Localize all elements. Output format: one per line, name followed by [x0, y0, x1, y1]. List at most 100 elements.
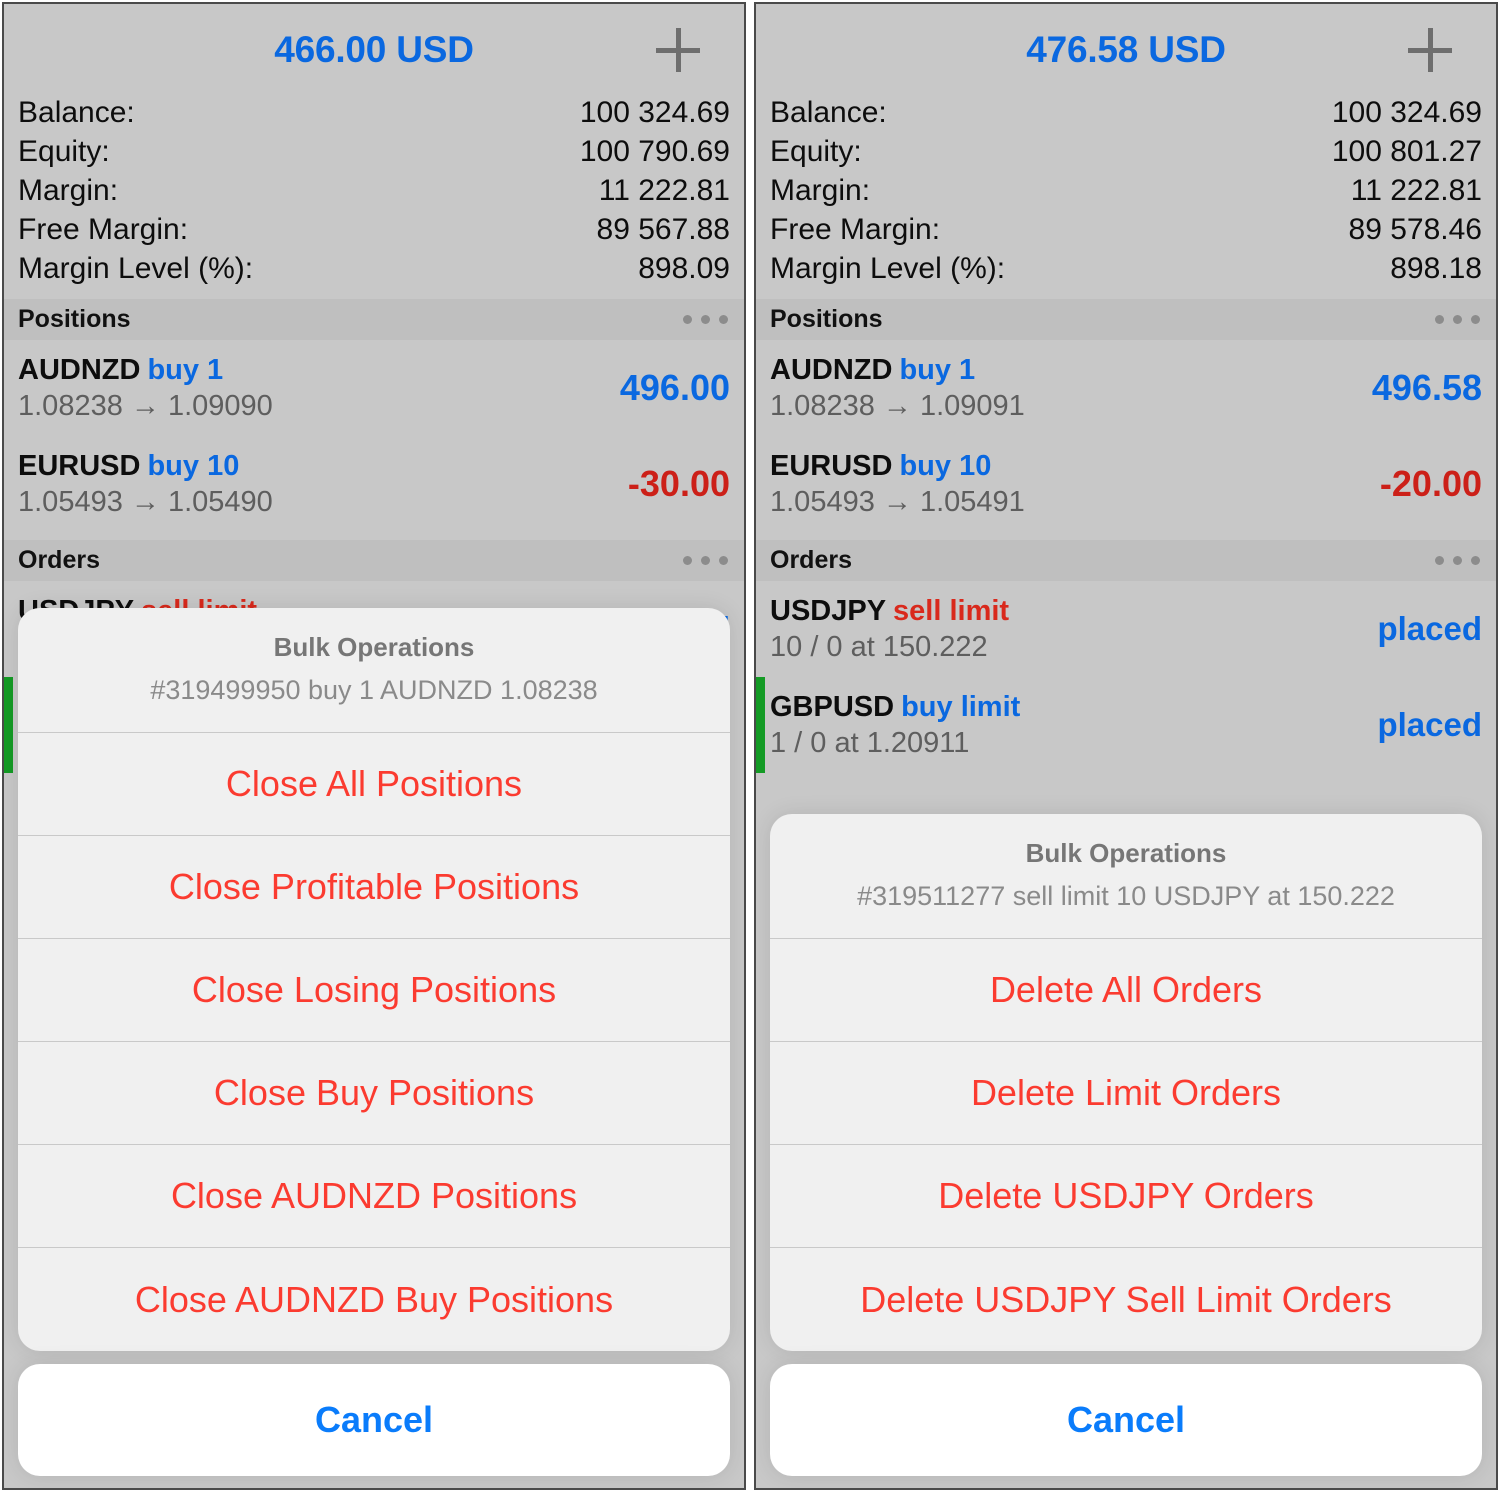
summary-label: Free Margin: [18, 213, 189, 246]
action-sheet-subtitle: #319511277 sell limit 10 USDJPY at 150.2… [857, 881, 1395, 911]
trade-symbol: EURUSD [18, 449, 141, 482]
trade-symbol-line: USDJPYsell limit [770, 595, 1009, 628]
bulk-operations-action-sheet: Bulk Operations #319511277 sell limit 10 … [770, 814, 1482, 1476]
more-dots-icon[interactable] [1433, 309, 1482, 330]
dot [1435, 556, 1444, 565]
summary-row: Balance: 100 324.69 [18, 96, 730, 135]
cancel-button[interactable]: Cancel [770, 1364, 1482, 1476]
dot [701, 315, 710, 324]
trade-symbol-line: AUDNZD buy 1 [18, 354, 273, 387]
dot [701, 556, 710, 565]
dot [683, 315, 692, 324]
trade-prices: 1 / 0 at 1.20911 [770, 726, 970, 759]
trade-row[interactable]: GBPUSDbuy limit1 / 0 at 1.20911 placed [756, 677, 1496, 773]
trade-row-info: EURUSD buy 10 1.05493 → 1.05491 [770, 450, 1025, 519]
summary-value: 898.18 [1390, 252, 1482, 285]
nav-bar: 466.00 USD [4, 4, 744, 96]
summary-value: 898.09 [638, 252, 730, 285]
orders_section-section-title: Orders [770, 546, 852, 574]
summary-row: Margin: 11 222.81 [770, 174, 1482, 213]
trade-row-info: AUDNZD buy 1 1.08238 → 1.09091 [770, 354, 1025, 423]
dot [1471, 556, 1480, 565]
summary-row: Equity: 100 790.69 [18, 135, 730, 174]
trade-row-info: USDJPYsell limit10 / 0 at 150.222 [770, 595, 1009, 664]
action-sheet-button[interactable]: Close All Positions [18, 733, 730, 836]
screenshot-root: 466.00 USD Balance: 100 324.69 Equity: 100 7… [0, 0, 1500, 1492]
trade-value: 496.58 [1371, 367, 1482, 408]
action-sheet-subtitle: #319499950 buy 1 AUDNZD 1.08238 [150, 675, 598, 705]
trade-prices: 1.05493 → 1.05490 [18, 485, 273, 518]
trade-row[interactable]: AUDNZD buy 1 1.08238 → 1.09091 496.58 [756, 340, 1496, 436]
action-sheet-button[interactable]: Close AUDNZD Buy Positions [18, 1248, 730, 1351]
action-sheet-button[interactable]: Delete All Orders [770, 939, 1482, 1042]
action-sheet-button[interactable]: Close Buy Positions [18, 1042, 730, 1145]
summary-value: 100 790.69 [579, 135, 730, 168]
orders_section-section-title: Orders [18, 546, 100, 574]
trade-row[interactable]: AUDNZD buy 1 1.08238 → 1.09090 496.00 [4, 340, 744, 436]
more-dots-icon[interactable] [1433, 550, 1482, 571]
action-sheet-button[interactable]: Close Profitable Positions [18, 836, 730, 939]
summary-label: Free Margin: [770, 213, 941, 246]
plus-icon[interactable] [1408, 28, 1452, 72]
action-sheet-button[interactable]: Delete USDJPY Sell Limit Orders [770, 1248, 1482, 1351]
section-header-orders_section: Orders [756, 540, 1496, 581]
cancel-button-label: Cancel [314, 1399, 434, 1440]
trade-direction: buy 1 [147, 353, 224, 386]
action-sheet-header: Bulk Operations #319511277 sell limit 10 … [770, 814, 1482, 939]
dot [719, 556, 728, 565]
account-profit-title: 476.58 USD [1026, 29, 1226, 70]
account-profit-title: 466.00 USD [274, 29, 474, 70]
summary-value: 89 567.88 [596, 213, 730, 246]
more-dots-icon[interactable] [681, 309, 730, 330]
dot [719, 315, 728, 324]
trading-panel-2: 476.58 USD Balance: 100 324.69 Equity: 100 8… [754, 2, 1498, 1490]
section-header-orders_section: Orders [4, 540, 744, 581]
trade-symbol: AUDNZD [770, 353, 893, 386]
action-sheet-header: Bulk Operations #319499950 buy 1 AUDNZD 1… [18, 608, 730, 733]
bulk-operations-action-sheet: Bulk Operations #319499950 buy 1 AUDNZD 1… [18, 608, 730, 1476]
trade-row-info: GBPUSDbuy limit1 / 0 at 1.20911 [770, 691, 1020, 760]
trade-direction: buy 10 [899, 449, 992, 482]
cancel-button[interactable]: Cancel [18, 1364, 730, 1476]
trade-row[interactable]: EURUSD buy 10 1.05493 → 1.05490 -30.00 [4, 436, 744, 532]
summary-label: Balance: [770, 96, 887, 129]
more-dots-icon[interactable] [681, 550, 730, 571]
positions_section-rows: AUDNZD buy 1 1.08238 → 1.09090 496.00 EURUSD… [4, 340, 744, 532]
summary-label: Equity: [18, 135, 110, 168]
trade-value: placed [1377, 706, 1482, 743]
trade-direction: buy limit [901, 690, 1021, 723]
trade-symbol: USDJPY [770, 594, 887, 627]
dot [1453, 556, 1462, 565]
summary-label: Balance: [18, 96, 135, 129]
trade-value: 496.00 [619, 367, 730, 408]
trade-symbol: AUDNZD [18, 353, 141, 386]
positions_section-rows: AUDNZD buy 1 1.08238 → 1.09091 496.58 EURUSD… [756, 340, 1496, 532]
trade-symbol-line: EURUSD buy 10 [770, 450, 1025, 483]
trade-row[interactable]: EURUSD buy 10 1.05493 → 1.05491 -20.00 [756, 436, 1496, 532]
action-sheet-button[interactable]: Delete Limit Orders [770, 1042, 1482, 1145]
action-sheet-button[interactable]: Close AUDNZD Positions [18, 1145, 730, 1248]
summary-value: 11 222.81 [1350, 174, 1482, 207]
summary-row: Margin Level (%): 898.09 [18, 252, 730, 291]
action-sheet-group: Bulk Operations #319499950 buy 1 AUDNZD 1… [18, 608, 730, 1351]
summary-row: Equity: 100 801.27 [770, 135, 1482, 174]
action-sheet-title: Bulk Operations [273, 632, 475, 662]
trade-symbol-line: EURUSD buy 10 [18, 450, 273, 483]
summary-row: Balance: 100 324.69 [770, 96, 1482, 135]
orders_section-rows: USDJPYsell limit10 / 0 at 150.222placedG… [756, 581, 1496, 773]
summary-row: Margin Level (%): 898.18 [770, 252, 1482, 291]
trade-row-info: EURUSD buy 10 1.05493 → 1.05490 [18, 450, 273, 519]
trade-row[interactable]: USDJPYsell limit10 / 0 at 150.222 placed [756, 581, 1496, 677]
action-sheet-button[interactable]: Close Losing Positions [18, 939, 730, 1042]
trade-value: -20.00 [1379, 463, 1482, 504]
plus-icon[interactable] [656, 28, 700, 72]
nav-bar: 476.58 USD [756, 4, 1496, 96]
trade-value: placed [1377, 610, 1482, 647]
action-sheet-button[interactable]: Delete USDJPY Orders [770, 1145, 1482, 1248]
dot [1471, 315, 1480, 324]
trade-value: -30.00 [627, 463, 730, 504]
summary-row: Free Margin: 89 578.46 [770, 213, 1482, 252]
trade-prices: 1.08238 → 1.09091 [770, 389, 1025, 422]
trade-symbol-line: AUDNZD buy 1 [770, 354, 1025, 387]
dot [1435, 315, 1444, 324]
